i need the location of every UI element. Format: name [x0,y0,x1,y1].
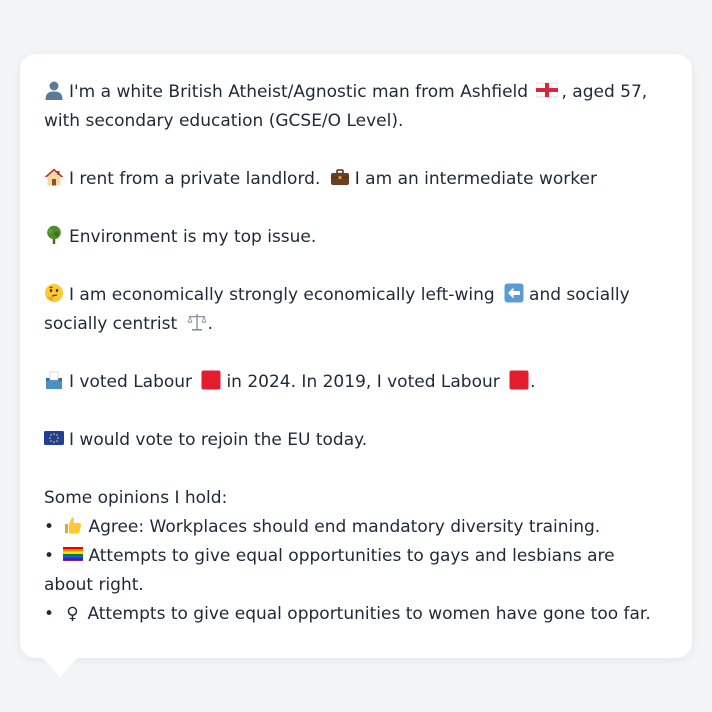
opinion-text: Attempts to give equal opportunities to … [87,604,651,624]
vote-text-3: . [530,372,536,392]
housing-text-2: I am an intermediate worker [354,169,597,189]
eu-paragraph: I would vote to rejoin the EU today. [44,426,668,455]
left-arrow-icon [504,283,524,303]
opinion-item: • Agree: Workplaces should end mandatory… [44,513,668,542]
ballot-box-icon [46,371,62,389]
politics-text-1: I am economically strongly economically … [69,285,495,305]
profile-card: I'm a white British Atheist/Agnostic man… [20,54,692,658]
politics-paragraph: I am economically strongly economically … [44,281,668,339]
profile-content: I'm a white British Atheist/Agnostic man… [44,78,668,629]
person-icon [45,81,63,100]
tree-icon [47,225,61,244]
balance-scale-icon [186,314,207,331]
bullet: • [44,604,55,624]
bullet: • [44,517,55,537]
eu-flag-icon [44,431,64,445]
rainbow-flag-icon [63,547,84,561]
issue-text: Environment is my top issue. [69,227,317,247]
opinions-section: Some opinions I hold: • Agree: Workplace… [44,484,668,629]
politics-text-3: . [207,314,213,334]
female-sign-icon: ♀ [66,604,79,624]
opinion-item: • Attempts to give equal opportunities t… [44,542,668,600]
identity-text-1: I'm a white British Atheist/Agnostic man… [69,82,529,102]
briefcase-icon [330,169,349,185]
housing-paragraph: I rent from a private landlord. I am an … [44,165,668,194]
england-flag-icon [536,82,559,98]
thinking-face-icon [45,284,63,302]
house-icon [44,168,64,186]
housing-text-1: I rent from a private landlord. [69,169,321,189]
opinion-item: • ♀ Attempts to give equal opportunities … [44,600,668,629]
issue-paragraph: Environment is my top issue. [44,223,668,252]
eu-text: I would vote to rejoin the EU today. [69,430,368,450]
bullet: • [44,546,55,566]
thumbs-up-icon [65,517,82,534]
opinion-text: Attempts to give equal opportunities to … [44,546,615,595]
vote-text-1: I voted Labour [69,372,193,392]
vote-text-2: in 2024. In 2019, I voted Labour [226,372,500,392]
opinions-heading: Some opinions I hold: [44,488,228,508]
identity-paragraph: I'm a white British Atheist/Agnostic man… [44,78,668,136]
vote-paragraph: I voted Labour in 2024. In 2019, I voted… [44,368,668,397]
red-square-icon [509,370,529,390]
red-square-icon [201,370,221,390]
speech-bubble-tail [40,655,80,677]
opinion-text: Agree: Workplaces should end mandatory d… [88,517,601,537]
